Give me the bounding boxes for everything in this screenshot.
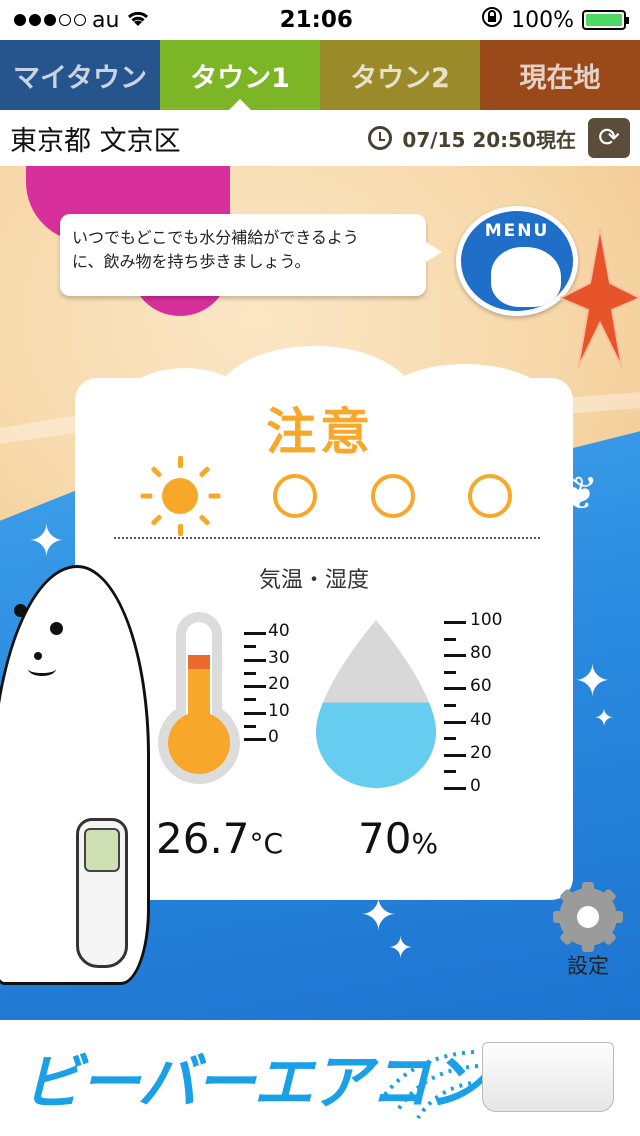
circle-icon — [370, 474, 415, 518]
seal-mouth — [28, 662, 56, 676]
advice-bubble: いつでもどこでも水分補給ができるよう に、飲み物を持ち歩きましょう。 — [60, 214, 442, 296]
temperature-value: 26.7 — [156, 814, 250, 863]
wifi-icon — [125, 8, 151, 33]
tab-town-1[interactable]: タウン1 — [160, 40, 320, 111]
temperature-tick-label: 0 — [268, 727, 279, 747]
advice-line-2: に、飲み物を持ち歩きましょう。 — [72, 252, 311, 271]
refresh-button[interactable]: ⟳ — [588, 118, 630, 158]
temperature-tick-label: 20 — [268, 674, 290, 694]
sparkle-icon: ✦ — [574, 656, 611, 707]
menu-label: MENU — [484, 221, 550, 241]
clock-icon — [368, 126, 393, 150]
town-tabs: マイタウン タウン1 タウン2 現在地 — [0, 40, 640, 111]
humidity-minor-tick — [444, 704, 456, 707]
humidity-tick — [444, 787, 466, 790]
humidity-tick-label: 0 — [470, 776, 481, 796]
humidity-tick-label: 80 — [470, 643, 492, 664]
temperature-tick-label: 10 — [268, 700, 290, 721]
rotation-lock-icon — [481, 6, 503, 34]
humidity-reading: 70% — [358, 814, 438, 863]
tab-current-location[interactable]: 現在地 — [480, 40, 640, 110]
humidity-tick — [444, 687, 466, 691]
circle-icon — [467, 474, 512, 518]
humidity-tick-label: 60 — [470, 676, 492, 697]
status-bar: au 21:06 100% — [0, 0, 640, 40]
humidity-minor-tick — [444, 770, 456, 774]
temperature-tick — [244, 632, 266, 635]
seal-eye — [14, 604, 27, 617]
advice-line-1: いつでもどこでも水分補給ができるよう — [72, 228, 359, 247]
seal-eye — [50, 622, 63, 635]
temperature-minor-tick — [244, 645, 256, 649]
battery-percent: 100% — [511, 7, 574, 33]
location-bar: 東京都 文京区 07/15 20:50現在 ⟳ — [0, 110, 640, 166]
airflow-icon — [382, 1050, 481, 1120]
temperature-unit: °C — [249, 827, 284, 860]
thermometer-icon — [158, 612, 242, 784]
location-name: 東京都 文京区 — [10, 125, 181, 157]
settings-label: 設定 — [567, 954, 609, 978]
humidity-tick-label: 40 — [470, 709, 492, 730]
temperature-tick — [244, 738, 266, 741]
clock-time: 21:06 — [279, 7, 353, 33]
temperature-minor-tick — [244, 671, 256, 675]
remote-screen — [84, 828, 120, 872]
polar-bear-icon — [491, 247, 561, 307]
humidity-value: 70 — [358, 814, 412, 863]
humidity-tick — [444, 621, 466, 624]
gear-icon — [553, 882, 623, 952]
air-conditioner-icon — [482, 1042, 614, 1112]
humidity-tick — [444, 654, 466, 658]
wing-decoration: ❦ — [560, 466, 599, 520]
temperature-tick — [244, 658, 266, 662]
sparkle-icon: ✦ — [594, 704, 615, 732]
updated-time: 07/15 20:50現在 — [402, 127, 576, 152]
settings-button[interactable]: 設定 — [553, 882, 623, 980]
refresh-icon: ⟳ — [598, 123, 620, 153]
humidity-tick — [444, 720, 466, 724]
circle-icon — [273, 474, 318, 518]
sparkle-icon: ✦ — [28, 516, 65, 567]
temperature-minor-tick — [244, 698, 256, 702]
signal-strength-icon — [14, 14, 86, 26]
temperature-reading: 26.7°C — [156, 814, 283, 863]
temperature-tick — [244, 711, 266, 715]
humidity-tick-label: 100 — [470, 610, 503, 630]
humidity-minor-tick — [444, 670, 456, 674]
temperature-tick — [244, 685, 266, 688]
sun-icon — [140, 456, 221, 536]
humidity-tick-label: 20 — [470, 742, 492, 763]
temperature-minor-tick — [244, 724, 256, 728]
carrier-label: au — [92, 7, 120, 33]
tab-town-2[interactable]: タウン2 — [320, 40, 480, 110]
humidity-drop-icon — [316, 620, 436, 788]
humidity-minor-tick — [444, 637, 456, 641]
humidity-unit: % — [411, 827, 439, 860]
seal-nose — [34, 652, 42, 660]
humidity-tick — [444, 753, 466, 757]
temperature-tick-label: 40 — [268, 621, 290, 641]
tab-my-town[interactable]: マイタウン — [0, 40, 160, 110]
sparkle-icon: ✦ — [388, 931, 414, 966]
alert-level: 注意 — [266, 403, 374, 461]
humidity-minor-tick — [444, 737, 456, 741]
divider — [114, 537, 540, 539]
temperature-tick-label: 30 — [268, 647, 290, 668]
alert-icons-row — [140, 456, 512, 536]
battery-icon — [582, 10, 629, 30]
